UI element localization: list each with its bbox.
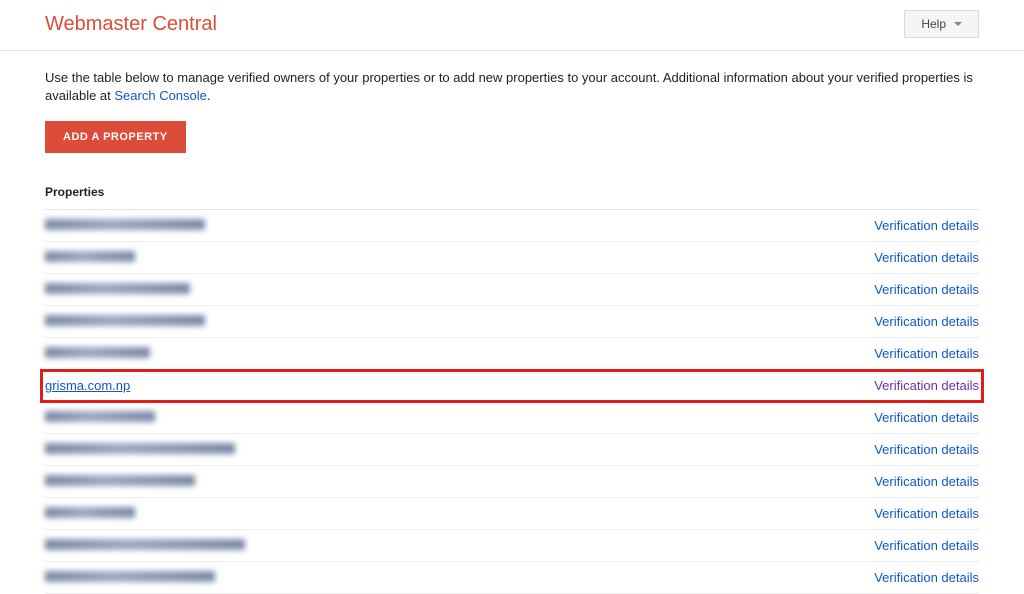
table-row: Verification details [45, 274, 979, 306]
table-row: Verification details [45, 306, 979, 338]
chevron-down-icon [954, 22, 962, 26]
page-title: Webmaster Central [45, 13, 217, 36]
table-row: Verification details [45, 434, 979, 466]
verification-details-link[interactable]: Verification details [874, 474, 979, 489]
table-row: Verification details [45, 210, 979, 242]
property-name [45, 410, 155, 425]
property-name [45, 442, 235, 457]
help-label: Help [921, 17, 946, 31]
verification-details-link[interactable]: Verification details [874, 410, 979, 425]
table-row: Verification details [45, 338, 979, 370]
property-name [45, 250, 135, 265]
table-row: Verification details [45, 498, 979, 530]
property-name [45, 570, 215, 585]
property-name [45, 346, 150, 361]
verification-details-link[interactable]: Verification details [874, 538, 979, 553]
verification-details-link[interactable]: Verification details [874, 314, 979, 329]
verification-details-link[interactable]: Verification details [874, 442, 979, 457]
verification-details-link[interactable]: Verification details [874, 506, 979, 521]
table-row: Verification details [45, 242, 979, 274]
property-name [45, 538, 245, 553]
verification-details-link[interactable]: Verification details [874, 570, 979, 585]
add-property-button[interactable]: ADD A PROPERTY [45, 121, 186, 153]
table-row: Verification details [45, 562, 979, 594]
help-button[interactable]: Help [904, 10, 979, 38]
properties-header: Properties [45, 177, 979, 210]
verification-details-link[interactable]: Verification details [874, 250, 979, 265]
property-name[interactable]: grisma.com.np [45, 378, 130, 393]
table-row: Verification details [45, 466, 979, 498]
verification-details-link[interactable]: Verification details [874, 378, 979, 393]
property-name [45, 282, 190, 297]
property-name [45, 506, 135, 521]
table-row: Verification details [45, 402, 979, 434]
table-row: Verification details [45, 530, 979, 562]
verification-details-link[interactable]: Verification details [874, 282, 979, 297]
verification-details-link[interactable]: Verification details [874, 346, 979, 361]
search-console-link[interactable]: Search Console [114, 88, 207, 103]
property-name [45, 218, 205, 233]
property-name [45, 474, 195, 489]
intro-text: Use the table below to manage verified o… [45, 69, 979, 105]
table-row: grisma.com.np Verification details [41, 370, 983, 402]
verification-details-link[interactable]: Verification details [874, 218, 979, 233]
property-name [45, 314, 205, 329]
